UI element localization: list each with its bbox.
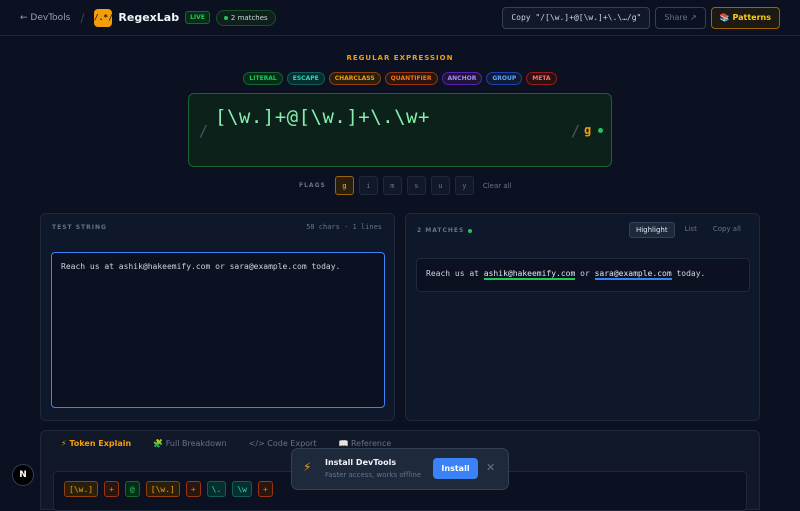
matches-status-dot-icon: [468, 228, 473, 233]
token-quantifier[interactable]: +: [257, 481, 273, 497]
legend-literal: LITERAL: [243, 72, 283, 85]
result-text-before: Reach us at: [426, 269, 484, 278]
token-quantifier[interactable]: +: [185, 481, 201, 497]
flag-g-toggle[interactable]: g: [334, 176, 354, 195]
legend-meta: META: [526, 72, 557, 85]
patterns-button[interactable]: 📚 Patterns: [710, 6, 780, 29]
regex-open-slash: /: [199, 122, 209, 140]
status-dot-icon: [223, 15, 228, 20]
flags-label: FLAGS: [299, 182, 326, 189]
clear-flags-button[interactable]: Clear all: [483, 182, 512, 190]
tab-full-breakdown[interactable]: 🧩 Full Breakdown: [153, 439, 226, 448]
lightning-icon: ⚡: [303, 460, 312, 474]
flag-y-toggle[interactable]: y: [454, 176, 474, 195]
match-highlight-1[interactable]: ashik@hakeemify.com: [483, 269, 576, 280]
back-link[interactable]: ← DevTools: [20, 13, 70, 23]
regex-section-label: REGULAR EXPRESSION: [346, 54, 454, 62]
breadcrumb-separator: /: [80, 10, 85, 25]
token-quantifier[interactable]: +: [104, 481, 119, 497]
match-highlight-2[interactable]: sara@example.com: [594, 269, 672, 280]
flag-u-toggle[interactable]: u: [430, 176, 450, 195]
tab-reference[interactable]: 📖 Reference: [338, 439, 391, 448]
match-results-panel: 2 MATCHES Highlight List Copy all Reach …: [405, 213, 760, 421]
tab-code-export[interactable]: </> Code Export: [249, 439, 317, 448]
matches-heading: 2 MATCHES: [417, 227, 473, 234]
match-count-badge: 2 matches: [215, 9, 276, 26]
regex-input[interactable]: / [\w.]+@[\w.]+\.\w+ / g: [188, 93, 612, 167]
regex-flags-display: g: [584, 123, 592, 137]
highlighted-result: Reach us at ashik@hakeemify.com or sara@…: [416, 258, 750, 292]
tab-highlight[interactable]: Highlight: [628, 222, 675, 238]
tab-list[interactable]: List: [679, 222, 703, 238]
result-view-tabs: Highlight List Copy all: [628, 222, 747, 238]
install-button[interactable]: Install: [433, 458, 478, 479]
result-text-between: or: [575, 269, 595, 278]
regex-close-slash: /: [571, 122, 581, 140]
valid-status-dot-icon: [598, 128, 603, 133]
toast-subtitle: Faster access, works offline: [325, 471, 422, 479]
share-button[interactable]: Share ↗: [655, 6, 706, 29]
tab-token-explain[interactable]: ⚡ Token Explain: [61, 439, 131, 448]
flag-m-toggle[interactable]: m: [382, 176, 402, 195]
flags-row: FLAGS g i m s u y Clear all: [299, 176, 512, 195]
install-toast: ⚡ Install DevTools Faster access, works …: [291, 448, 509, 490]
legend-escape: ESCAPE: [286, 72, 325, 85]
app-logo-icon: /.*/: [94, 8, 113, 27]
close-icon[interactable]: ✕: [486, 461, 495, 474]
flag-i-toggle[interactable]: i: [358, 176, 378, 195]
token-charclass[interactable]: [\w.]: [64, 481, 99, 497]
app-name: RegexLab: [118, 11, 180, 24]
test-string-heading: TEST STRING: [52, 224, 107, 231]
regex-pattern-text[interactable]: [\w.]+@[\w.]+\.\w+: [215, 106, 430, 128]
token-escape[interactable]: \.: [206, 481, 227, 497]
match-count-text: 2 matches: [230, 13, 268, 22]
top-bar: ← DevTools / /.*/ RegexLab LIVE 2 matche…: [0, 0, 800, 36]
flag-s-toggle[interactable]: s: [406, 176, 426, 195]
live-badge: LIVE: [185, 11, 210, 24]
copy-regex-button[interactable]: Copy "/[\w.]+@[\w.]+\.\…/g": [502, 6, 651, 29]
corner-n-badge[interactable]: N: [12, 464, 34, 486]
test-string-panel: TEST STRING 58 chars · 1 lines Reach us …: [40, 213, 395, 421]
token-literal[interactable]: @: [124, 481, 140, 497]
explain-tabs: ⚡ Token Explain 🧩 Full Breakdown </> Cod…: [61, 439, 391, 448]
legend-group: GROUP: [486, 72, 523, 85]
test-string-input[interactable]: Reach us at ashik@hakeemify.com or sara@…: [51, 252, 385, 408]
test-string-stats: 58 chars · 1 lines: [306, 223, 382, 231]
token-charclass[interactable]: [\w.]: [145, 481, 180, 497]
legend-anchor: ANCHOR: [441, 72, 483, 85]
token-escape[interactable]: \w: [232, 481, 252, 497]
legend-quantifier: QUANTIFIER: [384, 72, 438, 85]
matches-heading-text: 2 MATCHES: [417, 227, 465, 234]
result-text-after: today.: [671, 269, 706, 278]
copy-all-button[interactable]: Copy all: [707, 222, 747, 238]
legend-charclass: CHARCLASS: [328, 72, 381, 85]
toast-title: Install DevTools: [325, 458, 397, 467]
token-legend: LITERAL ESCAPE CHARCLASS QUANTIFIER ANCH…: [0, 72, 800, 85]
